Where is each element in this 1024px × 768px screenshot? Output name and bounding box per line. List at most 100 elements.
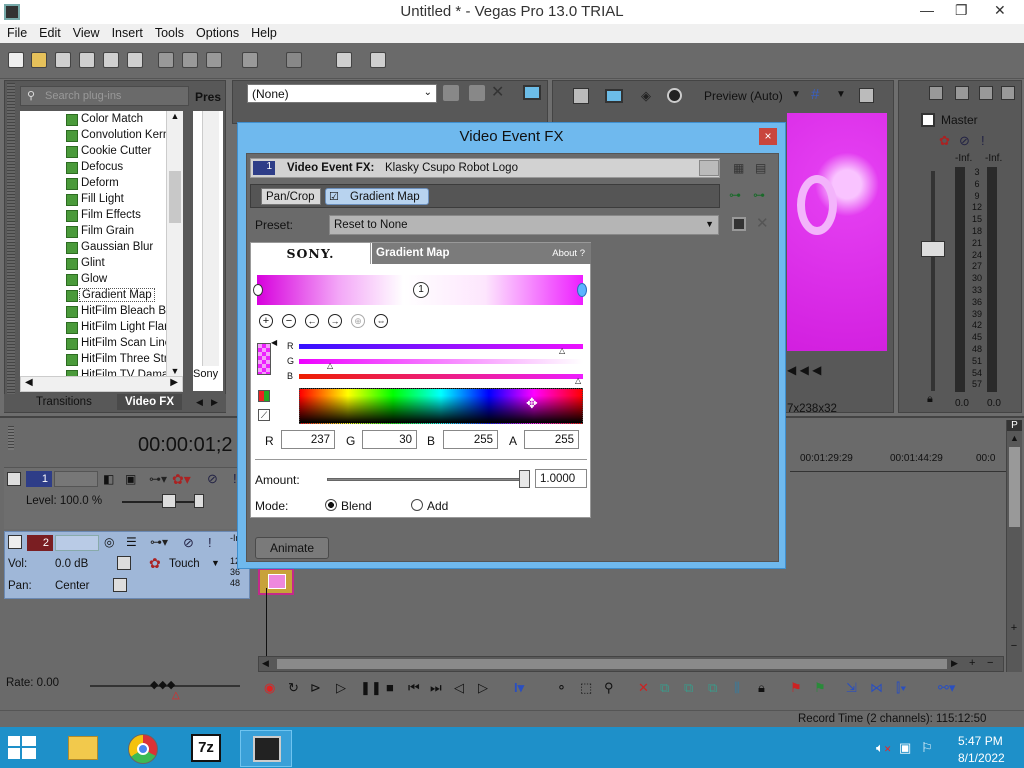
mode-blend-label[interactable]: Blend: [341, 499, 372, 513]
mixer-meter-icon[interactable]: [1001, 86, 1015, 100]
pan-slider-handle[interactable]: [113, 578, 127, 592]
mode-add-radio[interactable]: [411, 499, 423, 511]
chain-edit-icon[interactable]: [469, 85, 485, 101]
color-swatch[interactable]: [257, 343, 271, 375]
mode-add-label[interactable]: Add: [427, 499, 448, 513]
zoom-out-icon[interactable]: −: [1007, 640, 1021, 652]
fx-preset-dropdown[interactable]: (None) ⌄: [247, 84, 437, 103]
properties-icon[interactable]: [127, 52, 143, 68]
plugin-item[interactable]: Gaussian Blur: [20, 239, 183, 255]
region-icon[interactable]: ⚑: [814, 680, 826, 696]
redo-icon[interactable]: [286, 52, 302, 68]
tab-prev-icon[interactable]: ◀: [196, 397, 203, 408]
overlay-icon[interactable]: [667, 88, 682, 103]
paste-icon[interactable]: [206, 52, 222, 68]
b-slider[interactable]: △: [299, 374, 583, 385]
loop-icon[interactable]: ↻: [288, 680, 299, 696]
start-button[interactable]: [8, 736, 36, 760]
copy-icon[interactable]: [182, 52, 198, 68]
amount-slider-handle[interactable]: [519, 470, 530, 488]
composite-mode-icon[interactable]: ▣: [125, 472, 136, 486]
vegas-pro-taskbar-icon[interactable]: [240, 730, 292, 767]
about-link[interactable]: About ?: [552, 248, 585, 259]
trim-icon[interactable]: ⧉: [660, 680, 669, 696]
search-box[interactable]: ⚲ Search plug-ins: [20, 86, 189, 106]
scroll-right-icon[interactable]: ▶: [951, 658, 958, 669]
arm-record-icon[interactable]: ◎: [104, 535, 114, 549]
next-stop-icon[interactable]: →: [328, 314, 342, 328]
track-1-name-field[interactable]: [54, 471, 98, 487]
g-field[interactable]: 30: [362, 430, 417, 449]
menu-options[interactable]: Options: [189, 24, 244, 40]
gradient-stop-left[interactable]: [253, 284, 263, 296]
marker-icon[interactable]: ⚑: [790, 680, 802, 696]
plugin-item[interactable]: Deform: [20, 175, 183, 191]
minimize-button[interactable]: —: [920, 2, 934, 18]
eyedropper-icon[interactable]: ⟋: [258, 409, 270, 421]
amount-slider-track[interactable]: [327, 478, 527, 481]
scroll-thumb[interactable]: [277, 659, 947, 669]
gradient-stop-right[interactable]: [577, 283, 587, 297]
save-icon[interactable]: [55, 52, 71, 68]
selection-tool-icon[interactable]: ⬚: [580, 680, 592, 696]
snapping-icon[interactable]: ⋈: [870, 680, 883, 696]
preview-monitor-icon[interactable]: [605, 89, 623, 103]
menu-insert[interactable]: Insert: [105, 24, 148, 40]
scroll-right-icon[interactable]: ▶: [170, 377, 178, 388]
tab-video-fx[interactable]: Video FX: [117, 394, 182, 410]
track-fx-icon[interactable]: ✿▾: [172, 471, 191, 488]
lock-icon[interactable]: 🔒︎: [758, 680, 765, 696]
amount-field[interactable]: 1.0000: [535, 469, 587, 488]
cut-icon[interactable]: [158, 52, 174, 68]
plugin-item[interactable]: Glint: [20, 255, 183, 271]
r-field[interactable]: 237: [281, 430, 335, 449]
marker-flag-icon[interactable]: P: [1007, 420, 1022, 431]
scroll-up-icon[interactable]: ▲: [1007, 433, 1022, 443]
scroll-down-icon[interactable]: ▼: [167, 366, 183, 376]
stop-icon[interactable]: ■: [386, 680, 394, 695]
event-pan-crop-icon[interactable]: [268, 574, 286, 589]
preview-quality-dropdown[interactable]: Preview (Auto): [704, 89, 783, 103]
reverse-icon[interactable]: ⇔: [374, 314, 388, 328]
b-slider-thumb[interactable]: △: [575, 376, 581, 385]
copy-snapshot-icon[interactable]: [859, 88, 874, 103]
scroll-thumb[interactable]: [169, 171, 181, 223]
track-2-minimize-icon[interactable]: [8, 535, 22, 549]
zoom-in-icon[interactable]: +: [1007, 622, 1021, 634]
scroll-left-icon[interactable]: ◀: [262, 658, 269, 669]
menu-view[interactable]: View: [66, 24, 105, 40]
presets-scrollbar[interactable]: [202, 111, 219, 366]
prev-stop-icon[interactable]: ←: [305, 314, 319, 328]
vol-slider-handle[interactable]: [117, 556, 131, 570]
timeline-grip[interactable]: [8, 426, 14, 450]
open-icon[interactable]: [31, 52, 47, 68]
g-slider[interactable]: △: [299, 359, 583, 370]
prev-frame-icon[interactable]: ◀ ◀ ◀: [787, 363, 821, 377]
grid-icon[interactable]: #: [811, 86, 819, 103]
preview-props-icon[interactable]: [573, 88, 589, 104]
render-icon[interactable]: [103, 52, 119, 68]
plugin-item[interactable]: Color Match: [20, 111, 183, 127]
r-slider[interactable]: △: [299, 344, 583, 355]
plugin-item[interactable]: Fill Light: [20, 191, 183, 207]
color-spectrum[interactable]: ✥: [299, 388, 583, 424]
tab-next-icon[interactable]: ▶: [211, 397, 218, 408]
r-slider-thumb[interactable]: △: [559, 346, 565, 355]
record-icon[interactable]: ◉: [264, 680, 275, 696]
volume-muted-icon[interactable]: 🔈︎✕: [876, 740, 891, 756]
track-1-header[interactable]: 1 ◧ ▣ ⊶▾ ✿▾ ⊘ ! Level: 100.0 %: [4, 467, 250, 529]
track-2-name-field[interactable]: [55, 535, 99, 551]
trim-start-icon[interactable]: ⧉: [684, 680, 693, 696]
zoom-out-icon[interactable]: −: [987, 657, 993, 669]
master-fx-icon[interactable]: ✿: [939, 133, 950, 149]
invert-phase-icon[interactable]: ☰: [126, 535, 137, 549]
prev-frame-icon[interactable]: ◁: [454, 680, 464, 696]
undo-icon[interactable]: [242, 52, 258, 68]
envelope-tool-icon[interactable]: ⚬: [556, 680, 567, 696]
plugin-item-selected[interactable]: Gradient Map: [20, 287, 183, 303]
7zip-icon[interactable]: 7z: [180, 730, 232, 767]
center-stop-icon[interactable]: ⊕: [351, 314, 365, 328]
grouping-icon[interactable]: ⚯▾: [938, 680, 955, 696]
pause-icon[interactable]: ❚❚: [360, 680, 382, 696]
normal-edit-tool-icon[interactable]: I▾: [514, 680, 524, 696]
